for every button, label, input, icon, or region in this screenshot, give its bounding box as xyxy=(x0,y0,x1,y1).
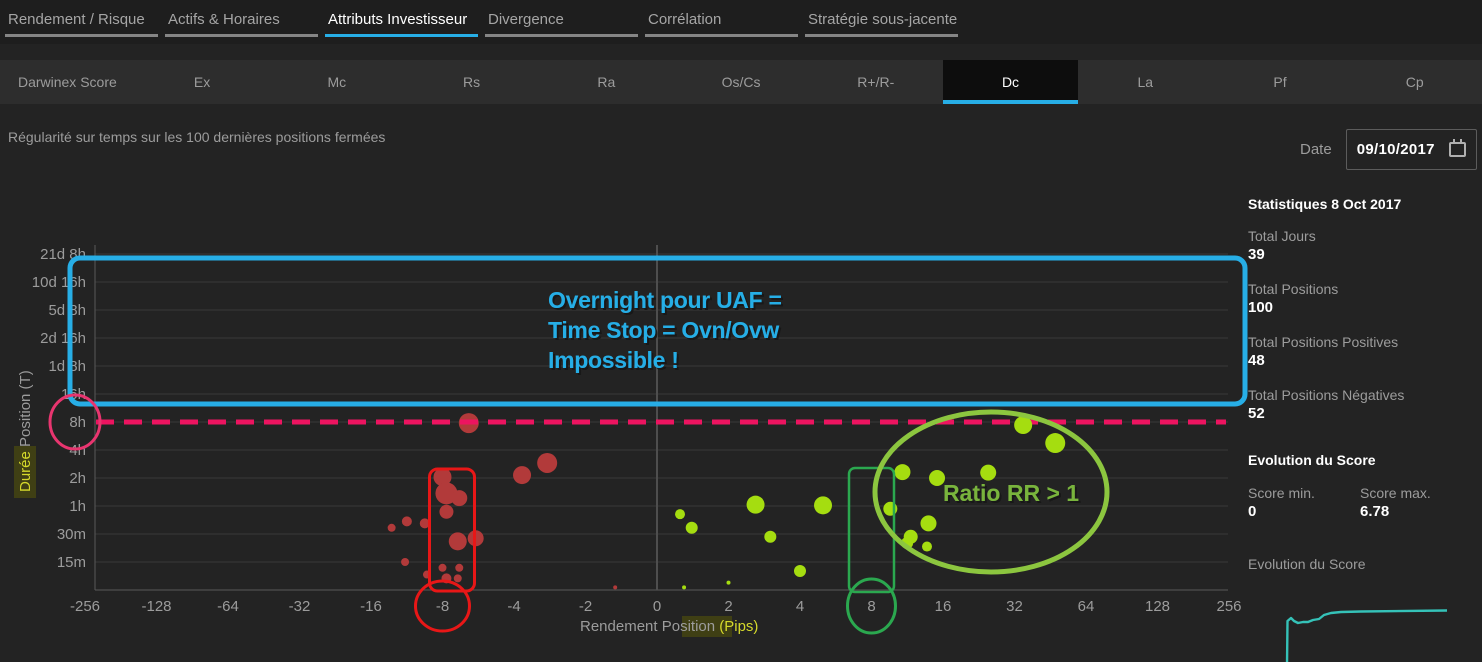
app-root: Rendement / RisqueActifs & HorairesAttri… xyxy=(0,0,1482,662)
date-control: Date 09/10/2017 xyxy=(1300,129,1477,170)
overnight-note-line: Time Stop = Ovn/Ovw xyxy=(548,317,779,343)
tab-attributs-investisseur[interactable]: Attributs Investisseur xyxy=(325,0,478,37)
chart-subtitle: Régularité sur temps sur les 100 dernièr… xyxy=(8,129,385,145)
stat-label: Total Jours xyxy=(1248,228,1476,244)
overnight-note-line: Impossible ! xyxy=(548,347,679,373)
stat-value: 48 xyxy=(1248,352,1476,369)
score-min-value: 0 xyxy=(1248,503,1360,520)
score-chart-label: Evolution du Score xyxy=(1248,556,1476,572)
x-tick: 2 xyxy=(724,598,732,615)
x-tick: -2 xyxy=(579,598,592,615)
stat-value: 52 xyxy=(1248,405,1476,422)
y-tick: 8h xyxy=(69,414,86,431)
score-min-label: Score min. xyxy=(1248,485,1360,501)
y-tick: 5d 8h xyxy=(48,302,86,319)
series-negative xyxy=(388,413,618,589)
x-tick: 16 xyxy=(935,598,952,615)
y-tick: 10d 16h xyxy=(32,274,86,291)
score-max-value: 6.78 xyxy=(1360,503,1472,520)
metric-tab-ra[interactable]: Ra xyxy=(539,60,674,104)
y-tick: 4h xyxy=(69,442,86,459)
stat-total-positions: Total Positions 100 xyxy=(1248,281,1476,316)
svg-text:Rendement Position (Pips): Rendement Position (Pips) xyxy=(580,618,758,635)
stat-label: Total Positions Négatives xyxy=(1248,387,1476,403)
ratio-rr-label: Ratio RR > 1 xyxy=(943,480,1079,506)
score-curve xyxy=(1264,611,1447,662)
tab-rendement-risque[interactable]: Rendement / Risque xyxy=(5,0,158,37)
date-picker[interactable]: 09/10/2017 xyxy=(1346,129,1477,170)
metric-tab-dc[interactable]: Dc xyxy=(943,60,1078,104)
x-tick: -32 xyxy=(289,598,311,615)
date-label: Date xyxy=(1300,141,1332,158)
metric-tab-pf[interactable]: Pf xyxy=(1213,60,1348,104)
x-tick: -16 xyxy=(360,598,382,615)
metric-tab-la[interactable]: La xyxy=(1078,60,1213,104)
metric-tab-ex[interactable]: Ex xyxy=(135,60,270,104)
metric-tabs: Darwinex ScoreExMcRsRaOs/CsR+/R-DcLaPfCp xyxy=(0,60,1482,104)
tab-actifs-horaires[interactable]: Actifs & Horaires xyxy=(165,0,318,37)
x-tick: -8 xyxy=(436,598,449,615)
x-tick: 4 xyxy=(796,598,804,615)
x-axis-title: Rendement Position (Pips) xyxy=(580,616,758,637)
x-tick: -4 xyxy=(507,598,520,615)
stat-total-jours: Total Jours 39 xyxy=(1248,228,1476,263)
x-tick: 256 xyxy=(1216,598,1241,615)
primary-tabs: Rendement / RisqueActifs & HorairesAttri… xyxy=(0,0,1482,44)
metric-tab-mc[interactable]: Mc xyxy=(269,60,404,104)
metric-tab-r-r[interactable]: R+/R- xyxy=(808,60,943,104)
y-tick: 1h xyxy=(69,498,86,515)
stats-title: Statistiques 8 Oct 2017 xyxy=(1248,196,1476,212)
score-section-title: Evolution du Score xyxy=(1248,452,1476,468)
annotations: Overnight pour UAF = Time Stop = Ovn/Ovw I… xyxy=(50,258,1245,633)
y-tick: 2d 16h xyxy=(40,330,86,347)
stat-label: Total Positions xyxy=(1248,281,1476,297)
calendar-icon[interactable] xyxy=(1449,142,1466,157)
tab-corr-lation[interactable]: Corrélation xyxy=(645,0,798,37)
metric-tab-os-cs[interactable]: Os/Cs xyxy=(674,60,809,104)
x-tick: 64 xyxy=(1078,598,1095,615)
stat-label: Total Positions Positives xyxy=(1248,334,1476,350)
y-tick: 1d 8h xyxy=(48,358,86,375)
x-tick: 128 xyxy=(1145,598,1170,615)
scatter-plot: 21d 8h10d 16h5d 8h2d 16h1d 8h16h8h4h2h1h… xyxy=(0,230,1248,660)
y-tick: 30m xyxy=(57,526,86,543)
x-tick: -64 xyxy=(217,598,239,615)
x-tick: 8 xyxy=(867,598,875,615)
x-tick: 32 xyxy=(1006,598,1023,615)
tab-strat-gie-sous-jacente[interactable]: Stratégie sous-jacente xyxy=(805,0,958,37)
y-axis-title: Durée Position (T) xyxy=(14,370,36,498)
date-value[interactable]: 09/10/2017 xyxy=(1357,141,1435,158)
stats-sidebar: Statistiques 8 Oct 2017 Total Jours39Tot… xyxy=(1248,196,1476,662)
x-tick: 0 xyxy=(653,598,661,615)
score-max-label: Score max. xyxy=(1360,485,1472,501)
score-minmax: Score min. 0 Score max. 6.78 xyxy=(1248,485,1476,538)
stats-list: Total Jours39Total Positions100Total Pos… xyxy=(1248,228,1476,422)
score-evolution-chart xyxy=(1248,578,1454,662)
x-tick: -256 xyxy=(70,598,100,615)
metric-tab-darwinex-score[interactable]: Darwinex Score xyxy=(0,60,135,104)
overnight-note-line: Overnight pour UAF = xyxy=(548,287,782,313)
stat-total-positions-n-gatives: Total Positions Négatives 52 xyxy=(1248,387,1476,422)
stat-value: 100 xyxy=(1248,299,1476,316)
y-tick: 2h xyxy=(69,470,86,487)
tab-divergence[interactable]: Divergence xyxy=(485,0,638,37)
x-tick: -128 xyxy=(141,598,171,615)
stat-total-positions-positives: Total Positions Positives 48 xyxy=(1248,334,1476,369)
metric-tab-rs[interactable]: Rs xyxy=(404,60,539,104)
metric-tab-cp[interactable]: Cp xyxy=(1347,60,1482,104)
svg-text:Durée Position (T): Durée Position (T) xyxy=(17,370,34,492)
stat-value: 39 xyxy=(1248,246,1476,263)
y-tick: 15m xyxy=(57,554,86,571)
